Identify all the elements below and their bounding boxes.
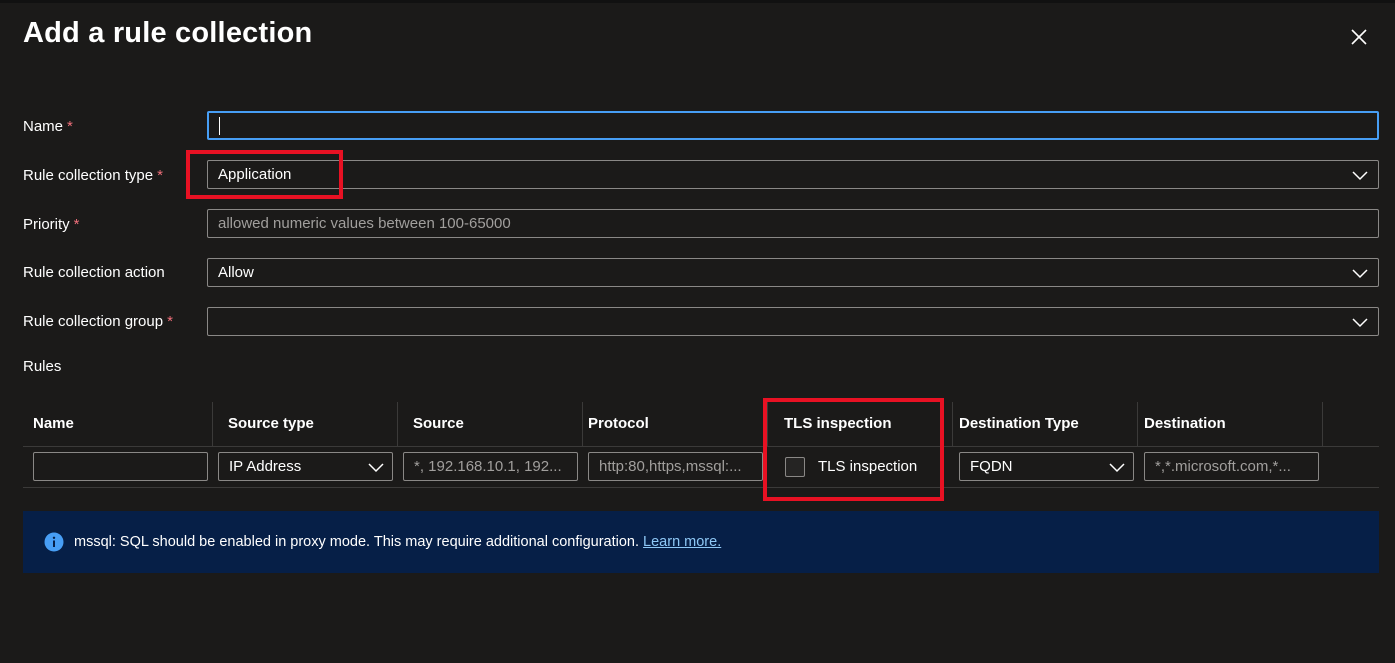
add-rule-collection-dialog: Add a rule collection Name * Rule collect… — [0, 0, 1395, 663]
column-header-destination: Destination — [1138, 402, 1323, 446]
column-header-source-type: Source type — [213, 402, 398, 446]
source-placeholder: *, 192.168.10.1, 192... — [414, 458, 562, 475]
destination-placeholder: *,*.microsoft.com,*... — [1155, 458, 1291, 475]
chevron-down-icon — [1352, 318, 1368, 328]
name-label-text: Name — [23, 118, 64, 135]
column-header-tls-inspection: TLS inspection — [768, 402, 953, 446]
rules-section-label: Rules — [23, 358, 62, 375]
destination-type-dropdown[interactable]: FQDN — [959, 452, 1134, 481]
tls-inspection-checkbox-label: TLS inspection — [818, 458, 918, 475]
required-marker: * — [67, 118, 73, 135]
chevron-down-icon — [368, 463, 384, 473]
column-header-name: Name — [23, 402, 213, 446]
learn-more-link[interactable]: Learn more. — [643, 534, 721, 550]
required-marker: * — [73, 216, 80, 233]
table-row: IP Address *, 192.168.10.1, 192... http:… — [23, 447, 1379, 488]
rule-collection-type-value: Application — [218, 166, 292, 183]
rule-collection-action-dropdown[interactable]: Allow — [207, 258, 1379, 287]
rule-collection-type-label: Rule collection type * — [23, 167, 163, 184]
protocol-input[interactable]: http:80,https,mssql:... — [588, 452, 763, 481]
source-type-dropdown[interactable]: IP Address — [218, 452, 393, 481]
dialog-title: Add a rule collection — [23, 17, 313, 49]
info-message-text: mssql: SQL should be enabled in proxy mo… — [74, 534, 721, 550]
source-input[interactable]: *, 192.168.10.1, 192... — [403, 452, 578, 481]
info-icon — [44, 532, 64, 552]
chevron-down-icon — [1352, 171, 1368, 181]
rule-collection-group-dropdown[interactable] — [207, 307, 1379, 336]
tls-inspection-checkbox[interactable] — [785, 457, 805, 477]
required-marker: * — [167, 313, 173, 330]
priority-label-text: Priority — [23, 216, 70, 233]
name-input[interactable] — [207, 111, 1379, 140]
info-message-bar: mssql: SQL should be enabled in proxy mo… — [23, 511, 1379, 573]
rule-collection-action-value: Allow — [218, 264, 254, 281]
rule-collection-action-label: Rule collection action — [23, 264, 165, 281]
destination-input[interactable]: *,*.microsoft.com,*... — [1144, 452, 1319, 481]
chevron-down-icon — [1352, 269, 1368, 279]
protocol-placeholder: http:80,https,mssql:... — [599, 458, 742, 475]
column-header-source: Source — [398, 402, 583, 446]
name-label: Name * — [23, 118, 73, 135]
close-icon[interactable] — [1346, 24, 1372, 50]
chevron-down-icon — [1109, 463, 1125, 473]
text-caret — [219, 117, 220, 136]
rule-collection-type-dropdown[interactable]: Application — [207, 160, 1379, 189]
rule-collection-group-label: Rule collection group * — [23, 313, 173, 330]
priority-label: Priority * — [23, 216, 80, 233]
column-header-protocol: Protocol — [583, 402, 768, 446]
rule-name-input[interactable] — [33, 452, 208, 481]
destination-type-value: FQDN — [970, 458, 1013, 475]
column-header-destination-type: Destination Type — [953, 402, 1138, 446]
priority-input[interactable]: allowed numeric values between 100-65000 — [207, 209, 1379, 238]
rule-collection-group-label-text: Rule collection group — [23, 313, 164, 330]
info-message-body: mssql: SQL should be enabled in proxy mo… — [74, 534, 644, 550]
priority-placeholder: allowed numeric values between 100-65000 — [218, 215, 511, 232]
rule-collection-type-label-text: Rule collection type — [23, 167, 154, 184]
rules-table-header: Name Source type Source Protocol TLS ins… — [23, 402, 1379, 447]
rule-collection-action-label-text: Rule collection action — [23, 264, 165, 281]
source-type-value: IP Address — [229, 458, 302, 475]
required-marker: * — [157, 167, 163, 184]
